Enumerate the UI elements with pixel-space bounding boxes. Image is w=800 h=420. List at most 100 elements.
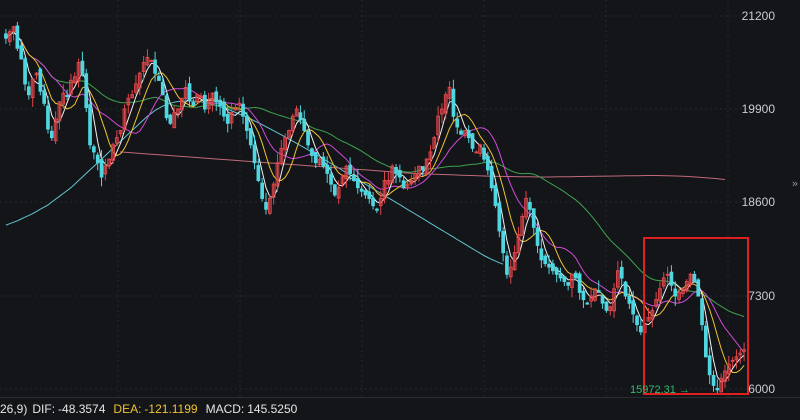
low-price-annotation: 15972.31 → <box>630 384 690 396</box>
candle-body <box>455 118 460 128</box>
candle-body <box>225 113 230 124</box>
candle-body <box>558 273 563 279</box>
dea-value: -121.1199 <box>144 402 198 416</box>
candle-body <box>252 144 257 164</box>
dif-value: -48.3574 <box>58 402 106 416</box>
candle-body <box>711 375 716 386</box>
ma60-line <box>5 31 745 318</box>
candle-body <box>394 167 398 174</box>
candle-body <box>88 104 92 146</box>
candle-body <box>248 128 253 146</box>
candle-body <box>539 248 544 261</box>
candle-body <box>665 273 670 276</box>
candle-body <box>348 164 352 174</box>
candle-body <box>730 359 735 362</box>
candle-body <box>80 60 85 74</box>
candle-body <box>352 174 356 182</box>
y-tick-label: 19900 <box>742 102 776 116</box>
y-tick-label: 6000 <box>748 382 775 396</box>
candle-body <box>551 263 555 272</box>
dea-label: DEA: <box>113 402 142 416</box>
candle-body <box>715 388 720 391</box>
candlestick-chart: 15972.31 → 21200 19900 18600 7300 6000 <box>0 0 800 419</box>
candle-body <box>398 170 402 178</box>
highlight-box <box>643 237 749 395</box>
candle-body <box>46 105 50 130</box>
candle-body <box>313 152 318 164</box>
candle-body <box>619 266 624 279</box>
candle-body <box>245 115 249 131</box>
candle-body <box>153 59 157 74</box>
candle-body <box>566 282 570 286</box>
candle-body <box>696 279 701 297</box>
candle-body <box>168 114 173 124</box>
candle-body <box>554 267 559 275</box>
candle-body <box>42 90 46 104</box>
ma5-line <box>5 31 745 383</box>
candle-body <box>264 202 268 210</box>
candle-body <box>4 33 8 39</box>
candle-body <box>547 263 551 268</box>
candle-body <box>325 164 330 174</box>
candle-body <box>160 81 165 96</box>
candle-body <box>23 58 27 85</box>
y-tick-label: 7300 <box>748 289 775 303</box>
candle-body <box>222 101 226 117</box>
candle-body <box>421 166 425 171</box>
candle-body <box>218 99 223 106</box>
candle-body <box>493 185 498 207</box>
candle-body <box>577 273 582 293</box>
candle-body <box>401 180 406 189</box>
candle-body <box>623 281 628 297</box>
candle-body <box>627 295 632 304</box>
candle-body <box>700 298 704 326</box>
candle-body <box>375 208 379 211</box>
candle-body <box>298 112 303 121</box>
candle-body <box>669 271 674 286</box>
candle-body <box>27 86 31 96</box>
candle-body <box>241 103 245 117</box>
candle-body <box>203 94 207 110</box>
candle-body <box>497 202 502 232</box>
candle-body <box>19 45 24 60</box>
candle-body <box>451 88 456 117</box>
candle-body <box>562 276 567 282</box>
candle-body <box>363 190 368 196</box>
candle-body <box>466 130 471 139</box>
candle-body <box>600 296 605 304</box>
candle-body <box>187 83 192 101</box>
candle-body <box>84 73 89 109</box>
candle-body <box>635 315 639 326</box>
candle-body <box>459 130 463 135</box>
candle-body <box>38 68 43 92</box>
candle-body <box>531 208 536 228</box>
candle-body <box>707 355 712 376</box>
candle-body <box>486 155 490 171</box>
candle-body <box>470 133 475 149</box>
candle-body <box>157 75 161 81</box>
candle-body <box>631 300 635 315</box>
candle-body <box>639 325 643 333</box>
candle-body <box>310 148 314 157</box>
candle-body <box>214 91 219 103</box>
candle-body <box>581 290 586 301</box>
candle-body <box>256 165 261 182</box>
candle-body <box>233 108 238 111</box>
candle-body <box>359 188 364 192</box>
candle-body <box>604 301 609 311</box>
candle-body <box>596 290 601 293</box>
candle-body <box>95 154 100 164</box>
dif-label: DIF: <box>32 402 56 416</box>
candle-body <box>99 159 104 178</box>
candle-body <box>673 288 678 297</box>
candle-body <box>65 95 70 97</box>
candle-body <box>333 184 337 196</box>
collapse-arrow-icon[interactable]: » <box>790 176 800 192</box>
candle-body <box>501 231 505 254</box>
candle-body <box>543 255 548 265</box>
candle-body <box>692 273 697 282</box>
candle-body <box>329 173 333 185</box>
candle-body <box>367 191 372 199</box>
candle-body <box>164 95 169 119</box>
y-tick-label: 18600 <box>742 195 776 209</box>
